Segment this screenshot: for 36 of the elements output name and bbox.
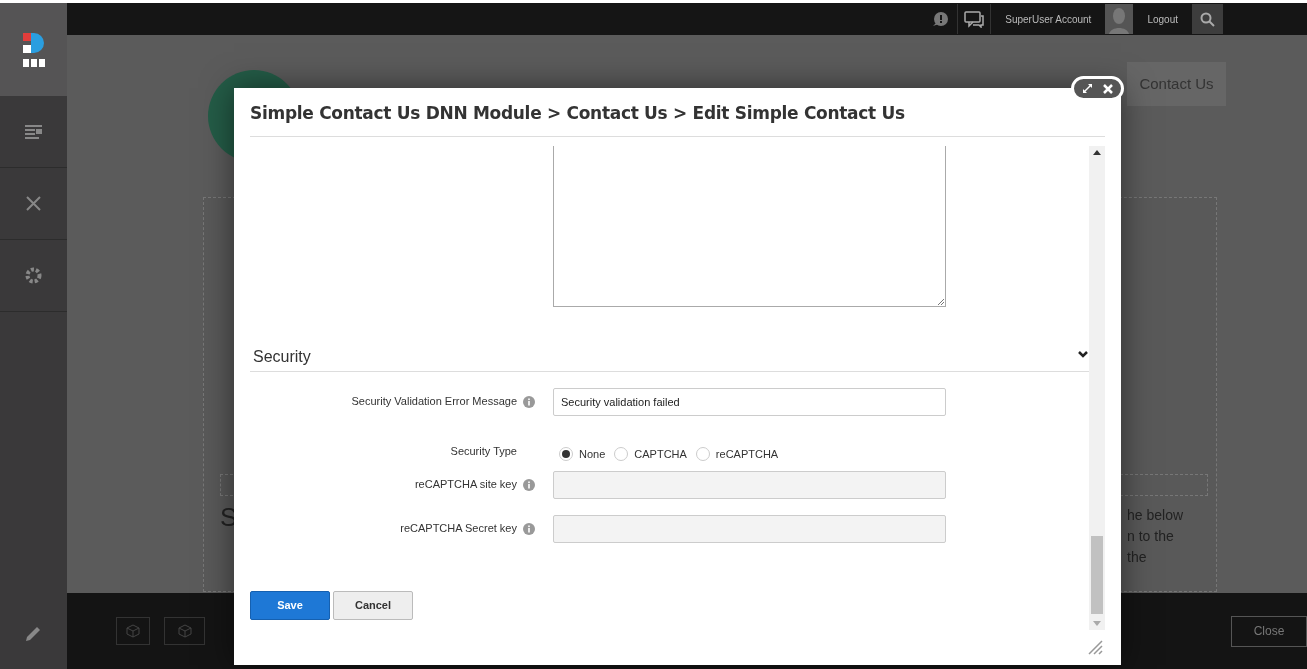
- pencil-icon[interactable]: [25, 624, 42, 642]
- logout-link[interactable]: Logout: [1133, 11, 1192, 27]
- resize-grip-icon: [937, 298, 944, 305]
- cube-icon: [177, 624, 192, 638]
- field-label: reCAPTCHA site key: [414, 476, 517, 492]
- alert-icon[interactable]: [931, 11, 950, 27]
- search-button[interactable]: [1192, 4, 1223, 34]
- chevron-down-icon[interactable]: [1078, 351, 1088, 358]
- scroll-down-icon[interactable]: [1093, 621, 1101, 626]
- chat-icon[interactable]: [964, 10, 985, 28]
- textarea-field[interactable]: [553, 146, 946, 307]
- field-label: Security Type: [450, 443, 517, 459]
- text-field[interactable]: Security validation failed: [553, 388, 946, 416]
- content-icon[interactable]: [25, 124, 42, 139]
- logo-icon[interactable]: [20, 30, 47, 69]
- field-label: reCAPTCHA Secret key: [400, 520, 517, 536]
- radio-label[interactable]: reCAPTCHA: [715, 445, 779, 463]
- tools-icon[interactable]: [25, 195, 42, 212]
- close-button[interactable]: Close: [1231, 615, 1307, 647]
- section-title[interactable]: Security: [253, 345, 311, 369]
- save-button[interactable]: Save: [250, 591, 330, 620]
- close-icon[interactable]: [1103, 83, 1113, 94]
- scroll-up-icon[interactable]: [1093, 150, 1101, 155]
- scrollbar[interactable]: [1089, 146, 1105, 630]
- radio-label[interactable]: None: [579, 445, 606, 463]
- dialog-title: Simple Contact Us DNN Module > Contact Us > Edit Simple Contact Us: [250, 88, 1105, 137]
- field-label: Security Validation Error Message: [351, 393, 517, 409]
- scroll-thumb[interactable]: [1091, 536, 1103, 614]
- settings-icon[interactable]: [25, 267, 42, 284]
- cancel-button[interactable]: Cancel: [333, 591, 413, 620]
- avatar-icon[interactable]: [1105, 4, 1134, 34]
- search-icon: [1200, 11, 1215, 27]
- maximize-icon[interactable]: [1082, 83, 1093, 94]
- radio-label[interactable]: CAPTCHA: [634, 445, 687, 463]
- resize-handle-icon[interactable]: [1087, 639, 1103, 655]
- cube-icon: [126, 624, 140, 638]
